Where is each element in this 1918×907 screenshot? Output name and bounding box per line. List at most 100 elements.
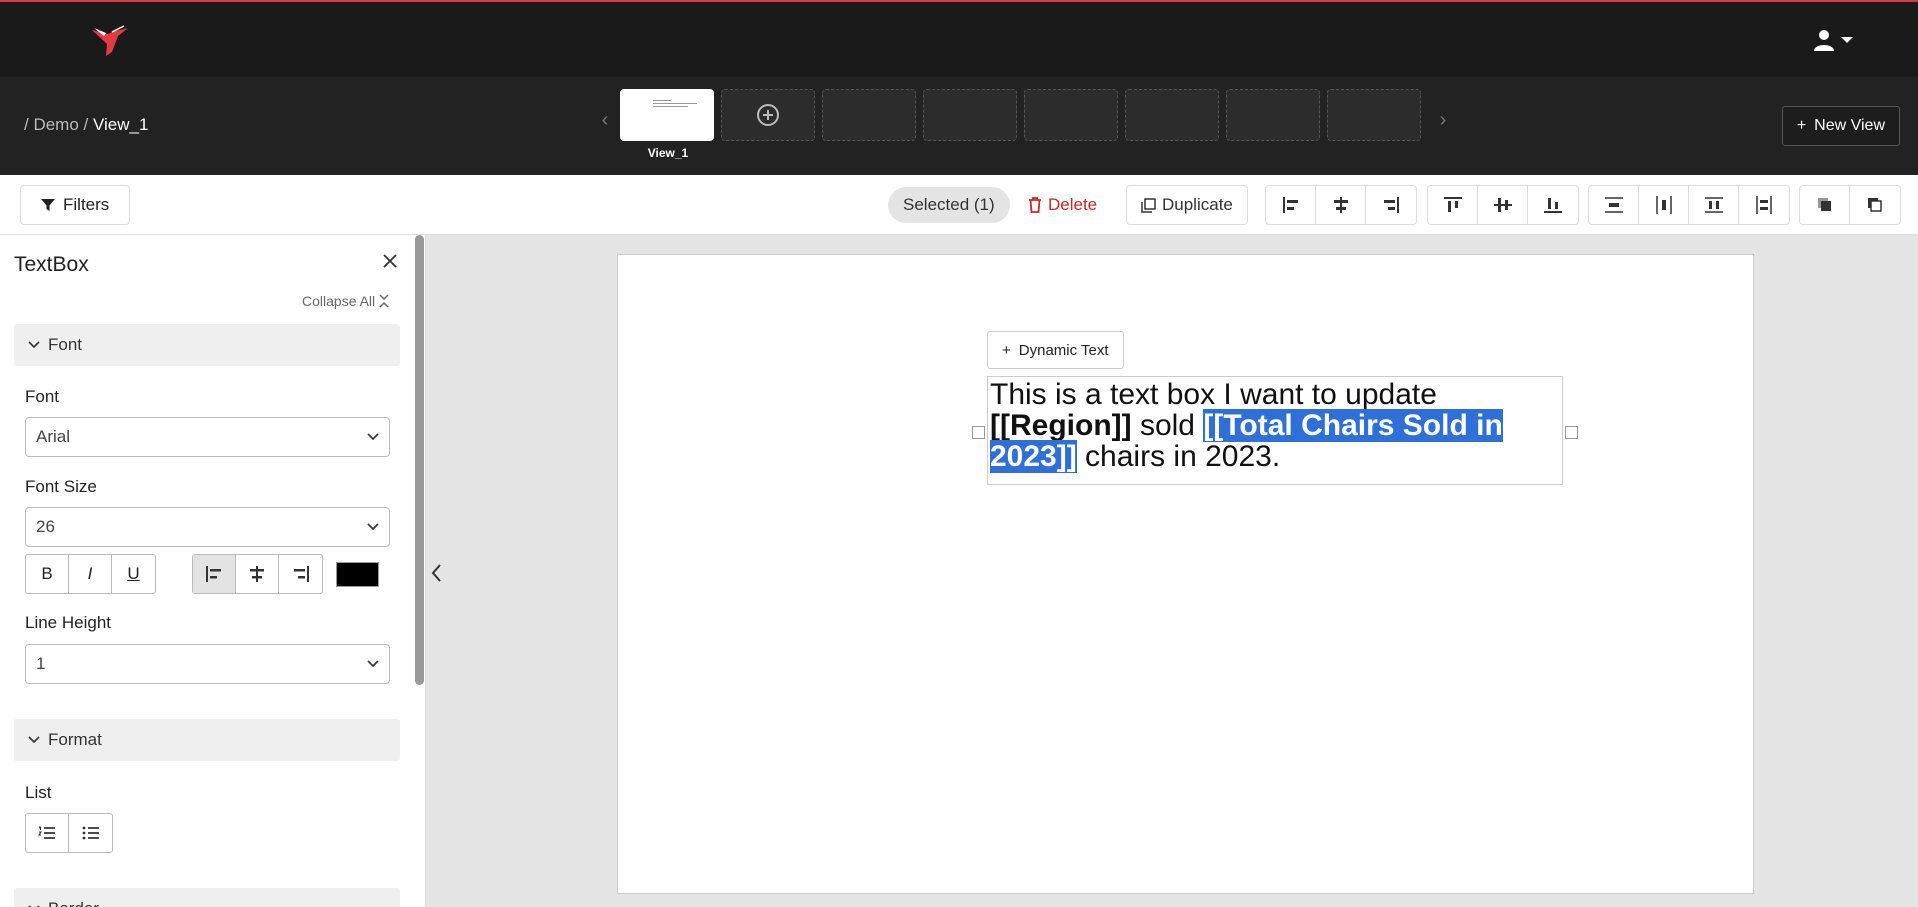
distribute-horizontal-button[interactable]	[1639, 186, 1689, 224]
collapse-all-label: Collapse All	[302, 293, 376, 309]
empty-view-slot[interactable]	[923, 89, 1017, 141]
align-top-icon	[1443, 197, 1462, 212]
breadcrumb-prefix[interactable]: / Demo /	[24, 115, 88, 134]
duplicate-button[interactable]: Duplicate	[1126, 185, 1248, 225]
view-thumbnail-label: View_1	[647, 146, 689, 160]
region-placeholder: [[Region]]	[990, 409, 1132, 442]
text-box[interactable]: This is a text box I want to update [[Re…	[987, 376, 1563, 485]
align-bottom-button[interactable]	[1528, 186, 1578, 224]
font-size-select[interactable]: 26	[25, 507, 390, 547]
align-bottom-icon	[1544, 198, 1562, 213]
user-icon	[1814, 30, 1834, 51]
text-part-end: chairs in 2023.	[1076, 440, 1281, 473]
collapse-chevrons-icon	[379, 294, 389, 308]
plus-circle-icon	[757, 104, 779, 126]
vertical-align-group	[1427, 185, 1579, 225]
format-section-header[interactable]: Format	[14, 719, 400, 761]
ordered-list-button[interactable]	[26, 814, 69, 852]
empty-view-slot[interactable]	[822, 89, 916, 141]
bold-button[interactable]: B	[26, 555, 69, 593]
bring-front-icon	[1817, 198, 1831, 211]
align-middle-button[interactable]	[1478, 186, 1528, 224]
delete-button[interactable]: Delete	[1028, 187, 1097, 223]
new-view-button[interactable]: + New View	[1781, 106, 1900, 146]
italic-button[interactable]: I	[69, 555, 112, 593]
hummingbird-logo[interactable]	[90, 22, 130, 62]
delete-label: Delete	[1048, 195, 1098, 214]
align-left-icon	[206, 566, 221, 582]
format-section-label: Format	[48, 730, 102, 749]
filters-button[interactable]: Filters	[20, 185, 131, 225]
filters-label: Filters	[63, 195, 110, 214]
prev-view-arrow[interactable]: ‹	[590, 109, 620, 132]
chevron-down-icon	[367, 660, 379, 668]
align-right-icon	[293, 566, 309, 582]
distribute-vertical-icon	[1604, 197, 1623, 213]
underline-label: U	[127, 564, 140, 583]
send-back-icon	[1868, 198, 1882, 212]
align-right-button[interactable]	[1366, 186, 1416, 224]
italic-label: I	[87, 564, 93, 583]
add-view-thumbnail[interactable]	[721, 89, 815, 141]
align-top-button[interactable]	[1428, 186, 1478, 224]
border-section-header[interactable]: Border	[14, 888, 400, 907]
space-horizontal-button[interactable]	[1739, 186, 1789, 224]
list-label: List	[25, 783, 52, 802]
align-left-icon	[1282, 197, 1298, 213]
text-align-left-button[interactable]	[193, 555, 236, 593]
view-thumbnails: ‹ View_1 ›	[590, 89, 1458, 160]
text-align-group	[192, 554, 323, 594]
resize-handle-right[interactable]	[1565, 426, 1578, 439]
filter-icon	[41, 199, 55, 211]
collapse-panel-chevron-icon[interactable]	[430, 562, 442, 584]
toolbar: Filters Selected (1) Delete Duplicate	[0, 175, 1918, 235]
bullet-list-button[interactable]	[69, 814, 112, 852]
empty-view-slot[interactable]	[1125, 89, 1219, 141]
view-canvas[interactable]	[617, 254, 1754, 894]
chevron-down-icon	[367, 523, 379, 531]
panel-scrollbar[interactable]	[415, 235, 424, 685]
next-view-arrow[interactable]: ›	[1428, 109, 1458, 132]
horizontal-align-group	[1265, 185, 1417, 225]
font-section-header[interactable]: Font	[14, 324, 400, 366]
list-type-group	[25, 813, 113, 853]
bold-label: B	[41, 564, 53, 583]
align-left-button[interactable]	[1266, 186, 1316, 224]
distribute-horizontal-icon	[1655, 196, 1672, 214]
close-icon[interactable]	[382, 253, 398, 269]
user-menu[interactable]	[1812, 28, 1854, 52]
space-vertical-button[interactable]	[1689, 186, 1739, 224]
bring-to-front-button[interactable]	[1800, 186, 1850, 224]
text-color-swatch[interactable]	[336, 562, 379, 587]
distribute-vertical-button[interactable]	[1589, 186, 1639, 224]
empty-view-slot[interactable]	[1327, 89, 1421, 141]
collapse-all-button[interactable]: Collapse All	[302, 293, 389, 309]
caret-down-icon	[1841, 37, 1853, 43]
chevron-down-icon	[367, 433, 379, 441]
breadcrumb-current: View_1	[92, 115, 149, 134]
line-height-label: Line Height	[25, 613, 112, 632]
new-view-label: New View	[1814, 117, 1885, 134]
selected-count-badge: Selected (1)	[888, 187, 1010, 223]
text-style-group: B I U	[25, 554, 156, 594]
chevron-down-icon	[28, 341, 40, 349]
send-to-back-button[interactable]	[1850, 186, 1900, 224]
empty-view-slot[interactable]	[1226, 89, 1320, 141]
text-align-center-button[interactable]	[236, 555, 279, 593]
text-align-right-button[interactable]	[279, 555, 322, 593]
ordered-list-icon	[38, 826, 55, 839]
view-thumbnail-active[interactable]: View_1	[620, 89, 714, 160]
layer-order-group	[1799, 185, 1901, 225]
font-select[interactable]: Arial	[25, 417, 390, 457]
underline-button[interactable]: U	[112, 555, 155, 593]
line-height-select[interactable]: 1	[25, 644, 390, 684]
dynamic-text-label: Dynamic Text	[1018, 341, 1109, 359]
text-part-intro: This is a text box I want to update	[990, 378, 1437, 411]
resize-handle-left[interactable]	[972, 426, 985, 439]
align-center-button[interactable]	[1316, 186, 1366, 224]
chevron-down-icon	[28, 736, 40, 744]
bullet-list-icon	[82, 826, 99, 840]
empty-view-slot[interactable]	[1024, 89, 1118, 141]
dynamic-text-button[interactable]: + Dynamic Text	[987, 331, 1124, 369]
text-part-sold: sold	[1131, 409, 1204, 442]
